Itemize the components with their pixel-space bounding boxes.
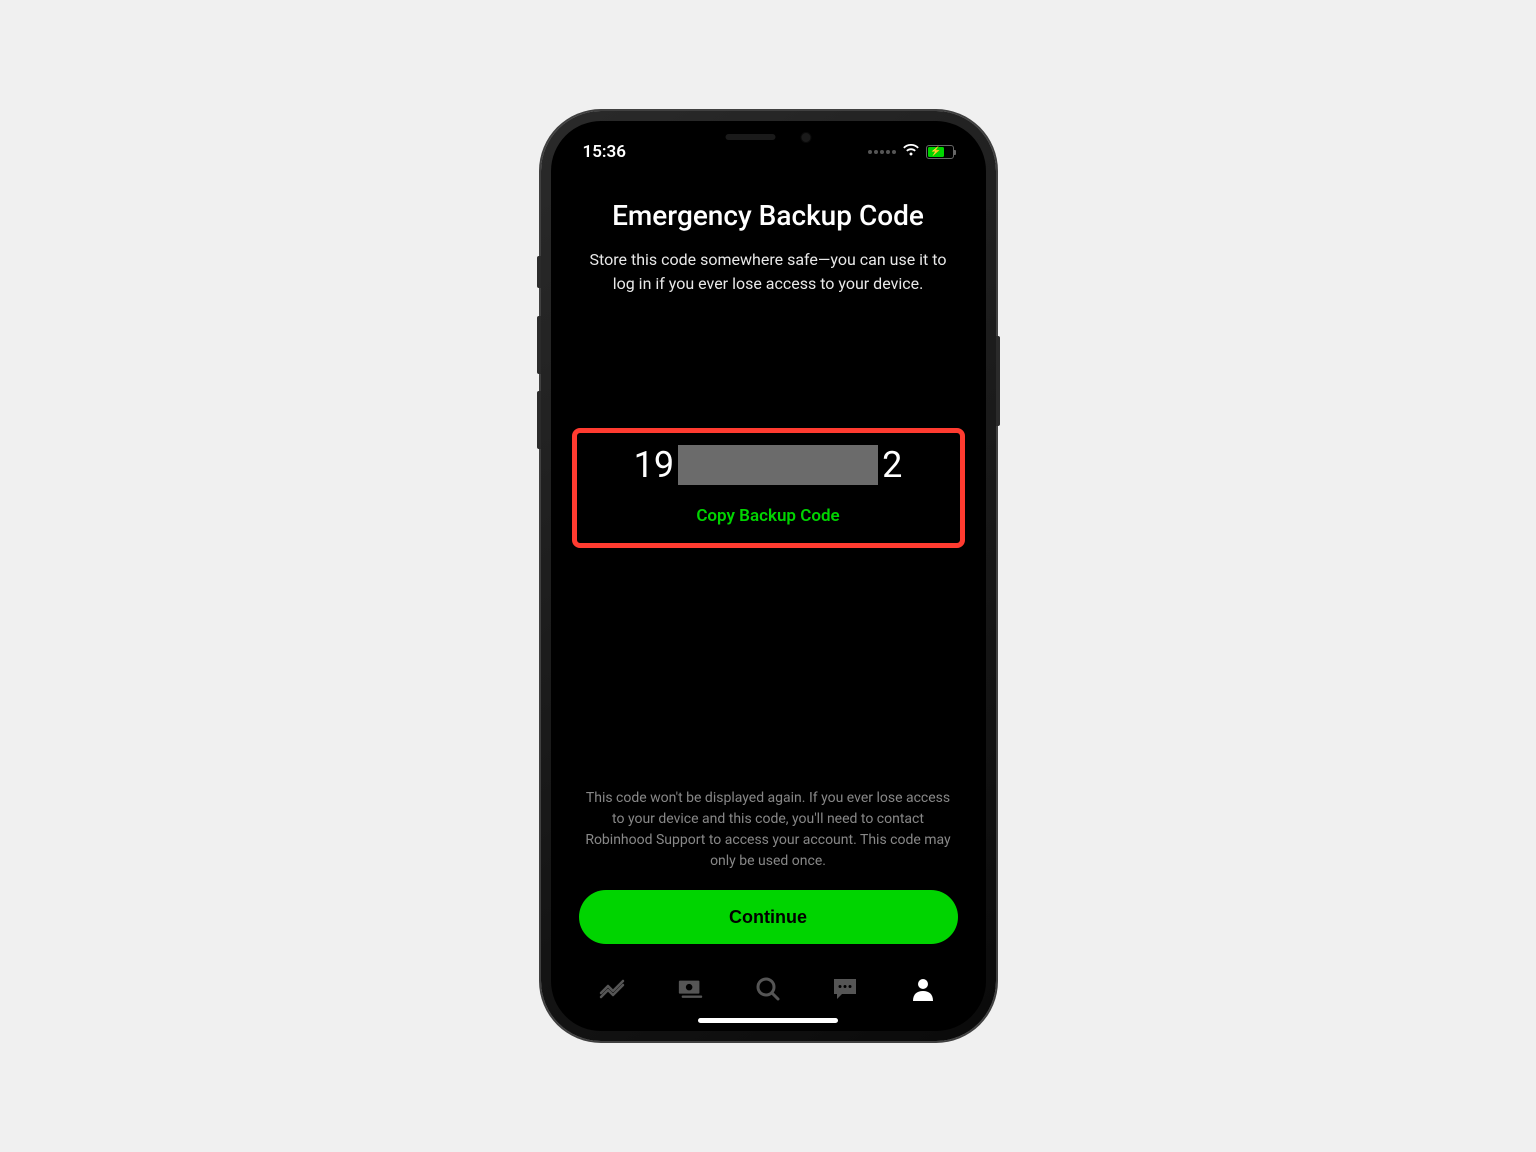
cellular-icon <box>868 150 896 154</box>
charging-bolt-icon: ⚡ <box>930 147 941 157</box>
code-redacted-block <box>678 445 878 485</box>
tab-cash[interactable] <box>677 975 705 1003</box>
phone-silent-switch <box>537 256 541 288</box>
backup-code-display: 19 2 <box>579 444 958 486</box>
outer-frame: 15:36 <box>134 101 1402 1051</box>
warning-text: This code won't be displayed again. If y… <box>579 788 958 872</box>
wifi-icon <box>902 142 920 162</box>
backup-code-section: 19 2 Copy Backup Code <box>579 444 958 526</box>
page-title: Emergency Backup Code <box>579 199 958 232</box>
phone-volume-down <box>537 391 541 449</box>
tab-search[interactable] <box>754 975 782 1003</box>
tab-bar <box>551 956 986 1012</box>
status-time: 15:36 <box>583 142 626 162</box>
tab-account[interactable] <box>909 975 937 1003</box>
home-indicator[interactable] <box>698 1018 838 1023</box>
tab-investing[interactable] <box>599 975 627 1003</box>
battery-icon: ⚡ <box>926 145 954 159</box>
phone-speaker <box>725 134 775 140</box>
copy-backup-code-link[interactable]: Copy Backup Code <box>579 506 958 526</box>
code-prefix: 19 <box>634 444 674 486</box>
continue-button[interactable]: Continue <box>579 890 958 944</box>
phone-screen: 15:36 <box>551 121 986 1031</box>
phone-power-button <box>996 336 1000 426</box>
phone-volume-up <box>537 316 541 374</box>
status-indicators: ⚡ <box>868 142 954 162</box>
phone-camera <box>800 132 811 143</box>
spacer <box>579 526 958 788</box>
main-content: Emergency Backup Code Store this code so… <box>551 169 986 956</box>
phone-notch <box>691 121 846 153</box>
tab-messages[interactable] <box>831 975 859 1003</box>
page-description: Store this code somewhere safe—you can u… <box>579 248 958 296</box>
phone-frame: 15:36 <box>541 111 996 1041</box>
code-suffix: 2 <box>882 444 902 486</box>
